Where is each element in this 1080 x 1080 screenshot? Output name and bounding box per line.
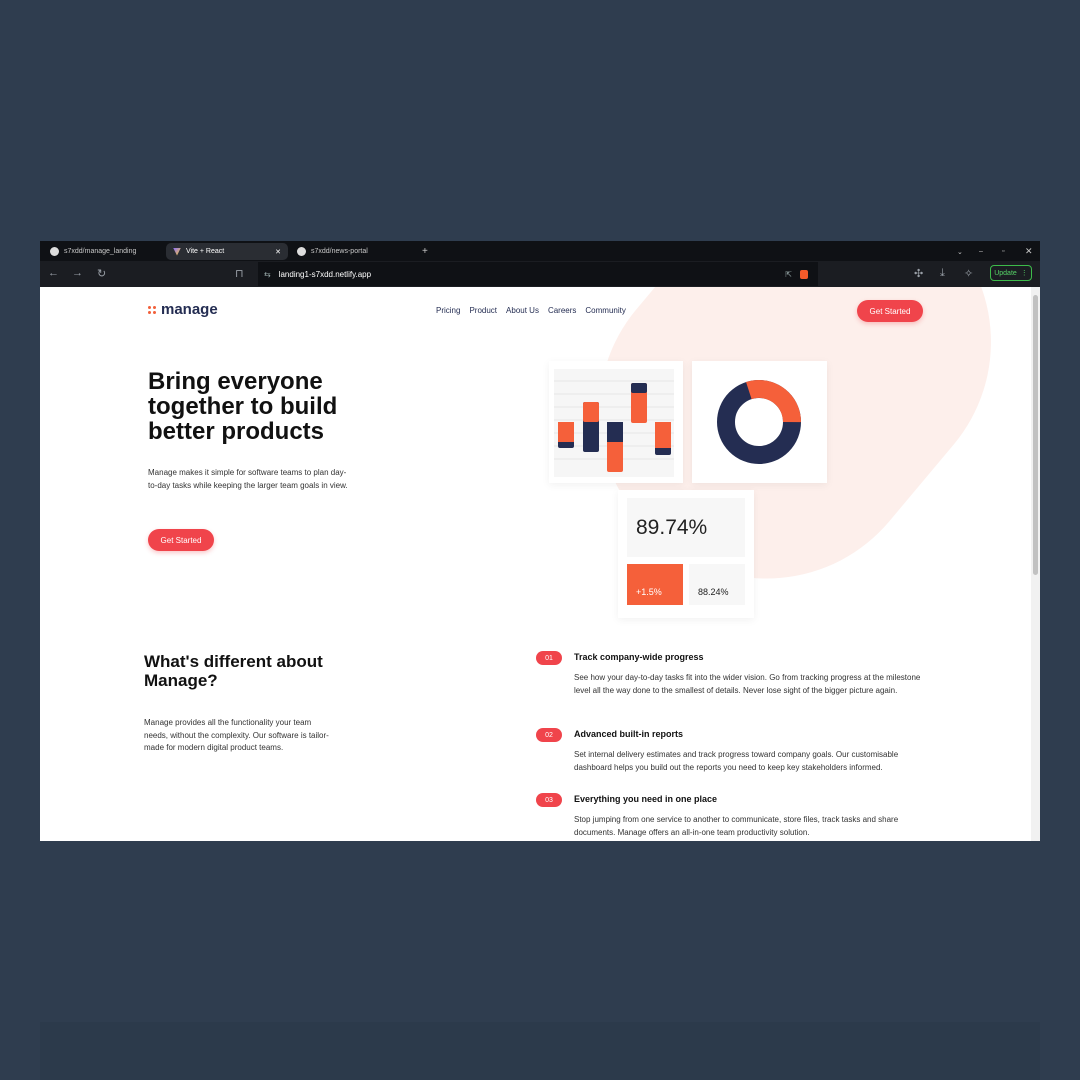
tab-news-portal[interactable]: s7xdd/news-portal <box>290 243 412 260</box>
share-icon[interactable]: ⇱ <box>785 270 792 279</box>
donut-chart-card <box>692 361 827 483</box>
extensions-icon[interactable]: ✣ <box>914 267 923 280</box>
feature-title: Track company-wide progress <box>574 652 704 662</box>
download-icon[interactable]: ⤓ <box>940 267 945 280</box>
hero-title: Bring everyone together to build better … <box>148 368 338 445</box>
reload-icon[interactable]: ↻ <box>97 267 106 280</box>
nav-careers[interactable]: Careers <box>548 306 576 315</box>
address-bar[interactable]: ⇆ landing1-s7xdd.netlify.app ⇱ <box>258 262 818 286</box>
toolbar: ← → ↻ ⊓ ⇆ landing1-s7xdd.netlify.app ⇱ ✣ … <box>40 261 1040 287</box>
feature-number-badge: 03 <box>536 793 562 807</box>
hero-get-started-button[interactable]: Get Started <box>148 529 214 551</box>
feature-title: Everything you need in one place <box>574 794 718 804</box>
bookmark-icon[interactable]: ⊓ <box>235 267 244 280</box>
feature-title: Advanced built-in reports <box>574 729 684 739</box>
feature-number-badge: 02 <box>536 728 562 742</box>
bar-2-orange <box>583 402 599 422</box>
tab-vite-react[interactable]: Vite + React ✕ <box>166 243 288 260</box>
bar-1-orange <box>558 422 574 442</box>
forward-icon[interactable]: → <box>72 267 83 279</box>
hero-description: Manage makes it simple for software team… <box>148 468 348 490</box>
minimize-icon[interactable]: – <box>972 243 990 260</box>
tab-label: s7xdd/manage_landing <box>64 248 137 255</box>
logo-dots-icon <box>148 305 156 314</box>
ai-icon[interactable]: ✧ <box>964 267 973 280</box>
logo-text: manage <box>161 301 218 318</box>
feature-description: See how your day-to-day tasks fit into t… <box>574 673 921 695</box>
nav-product[interactable]: Product <box>469 306 497 315</box>
feature-description: Set internal delivery estimates and trac… <box>574 750 899 772</box>
main-stat: 89.74% <box>627 498 745 557</box>
about-title: What's different about Manage? <box>144 652 323 690</box>
bar-5-orange <box>655 422 671 448</box>
browser-window: s7xdd/manage_landing Vite + React ✕ s7xdd… <box>40 241 1040 841</box>
back-icon[interactable]: ← <box>48 267 59 279</box>
bar-chart <box>554 369 674 477</box>
tab-manage-landing[interactable]: s7xdd/manage_landing <box>43 243 165 260</box>
header-get-started-button[interactable]: Get Started <box>857 300 923 322</box>
about-description: Manage provides all the functionality yo… <box>144 718 329 752</box>
github-icon <box>297 247 306 256</box>
menu-icon: ⋮ <box>1020 270 1028 277</box>
maximize-icon[interactable]: ▫ <box>995 243 1011 260</box>
logo[interactable]: manage <box>148 301 218 318</box>
close-window-icon[interactable]: ✕ <box>1018 243 1040 260</box>
feature-number-badge: 01 <box>536 651 562 665</box>
feature-description: Stop jumping from one service to another… <box>574 815 899 837</box>
bar-3-navy <box>607 422 623 442</box>
scrollbar[interactable] <box>1031 287 1040 841</box>
tab-bar: s7xdd/manage_landing Vite + React ✕ s7xdd… <box>40 241 1040 261</box>
nav-about-us[interactable]: About Us <box>506 306 539 315</box>
stats-card: 89.74% +1.5% 88.24% <box>618 490 754 618</box>
tab-search-icon[interactable]: ⌄ <box>950 243 970 260</box>
update-label: Update <box>994 269 1017 277</box>
bar-4-navy <box>631 383 647 393</box>
web-page: manage Pricing Product About Us Careers … <box>40 287 1031 841</box>
brave-shield-icon[interactable] <box>800 269 808 279</box>
main-nav: Pricing Product About Us Careers Communi… <box>436 306 626 315</box>
tab-label: Vite + React <box>186 248 225 255</box>
change-stat: +1.5% <box>627 564 683 605</box>
scrollbar-thumb[interactable] <box>1033 295 1038 575</box>
new-tab-button[interactable]: + <box>415 243 435 260</box>
background-band <box>40 1022 1040 1080</box>
nav-pricing[interactable]: Pricing <box>436 306 460 315</box>
nav-community[interactable]: Community <box>585 306 625 315</box>
bar-chart-card <box>549 361 683 483</box>
close-tab-icon[interactable]: ✕ <box>275 248 281 256</box>
donut-chart <box>717 380 801 464</box>
secondary-stat: 88.24% <box>689 564 745 605</box>
github-icon <box>50 247 59 256</box>
vite-icon <box>173 247 181 256</box>
url-text: landing1-s7xdd.netlify.app <box>278 269 372 279</box>
tab-label: s7xdd/news-portal <box>311 248 368 255</box>
site-settings-icon[interactable]: ⇆ <box>264 270 271 279</box>
update-button[interactable]: Update ⋮ <box>990 265 1032 281</box>
